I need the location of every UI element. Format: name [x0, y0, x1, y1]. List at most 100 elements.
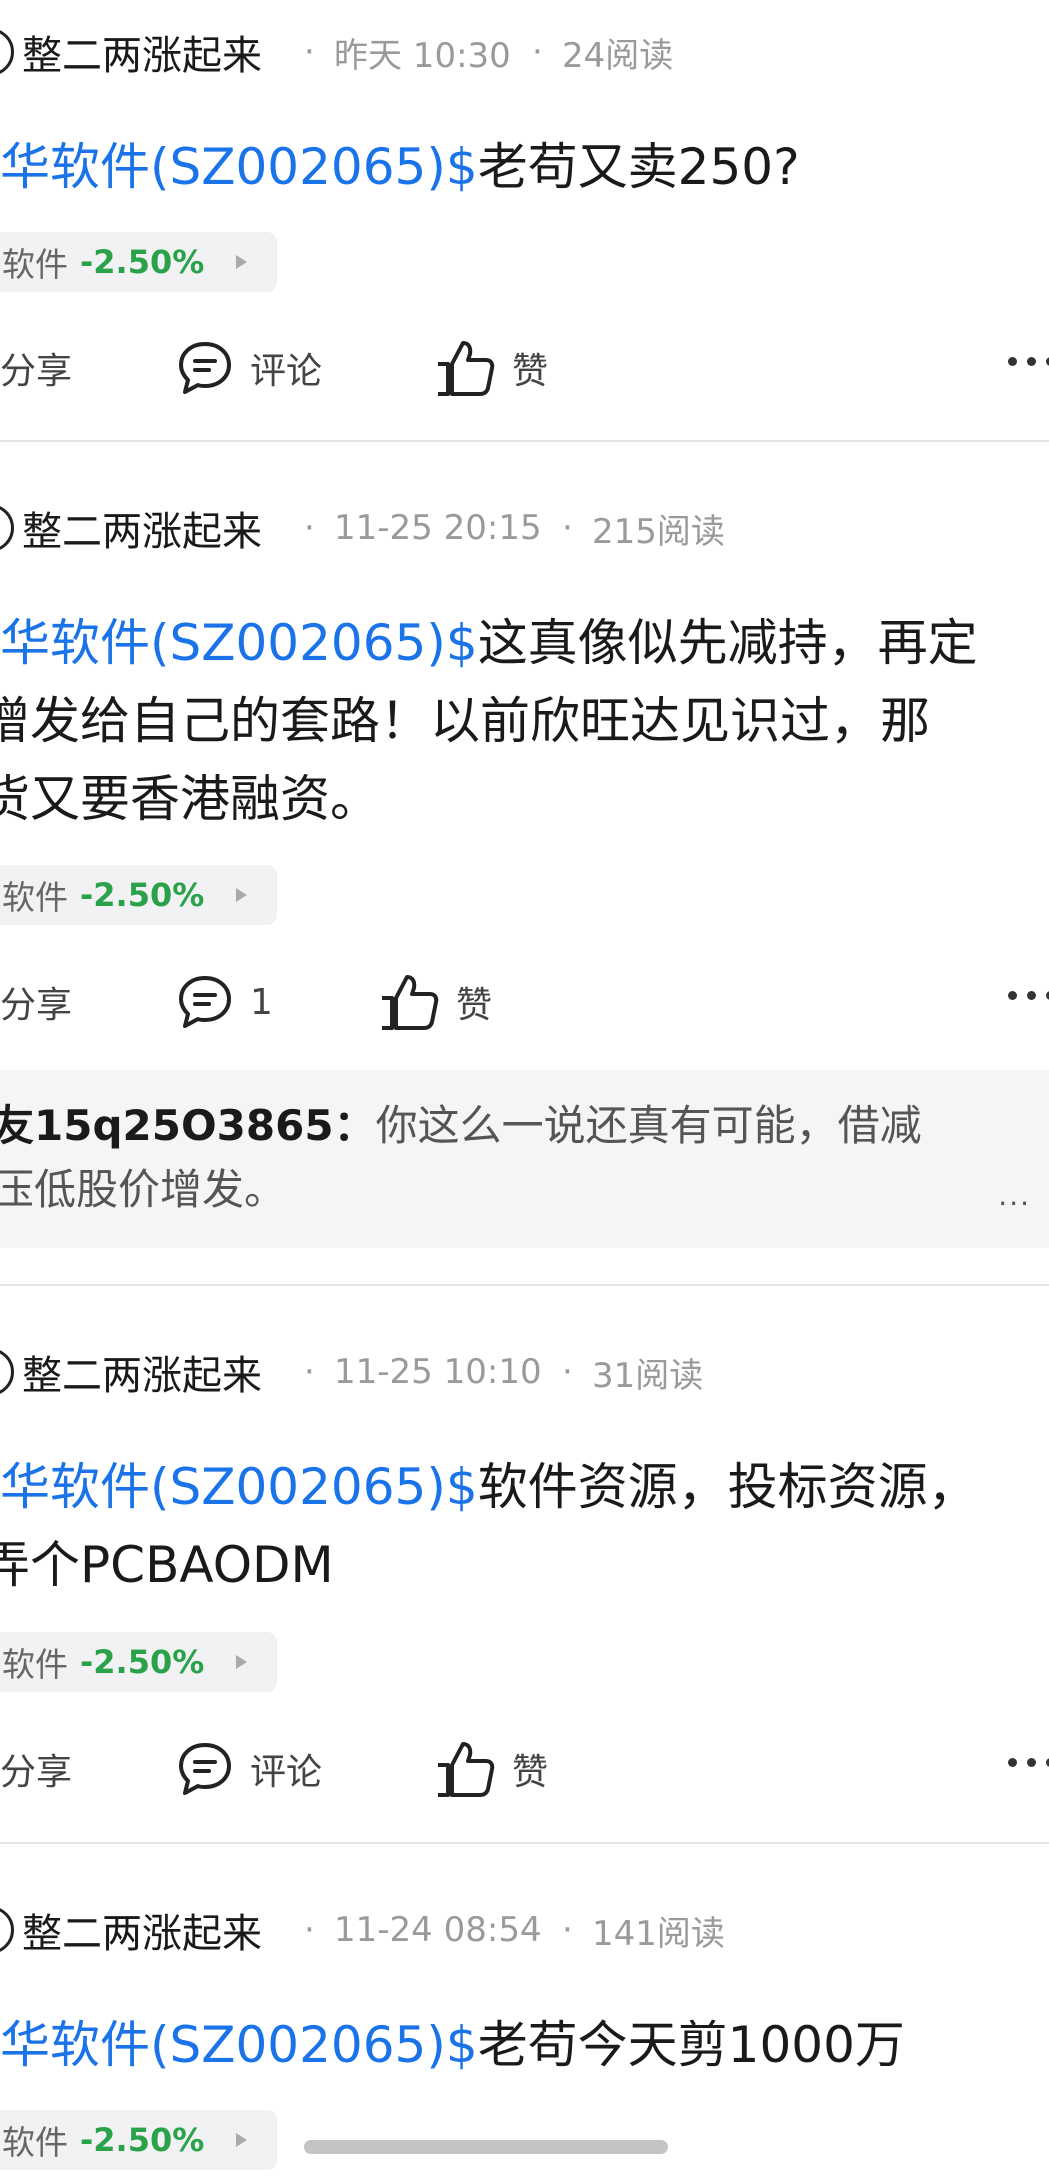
thumbs-up-icon [438, 341, 495, 396]
post-time: 11-24 08:54 [334, 1910, 542, 1950]
read-count: 24阅读 [562, 35, 674, 76]
more-dots-icon[interactable] [1008, 991, 1049, 1000]
like-label: 赞 [512, 351, 549, 392]
post-body[interactable]: 华软件(SZ002065)$老苟今天剪1000万 [0, 2006, 1049, 2084]
comment-button[interactable]: 评论 [176, 1734, 322, 1804]
author-name[interactable]: 整二两涨起来 [22, 1343, 262, 1401]
like-label: 赞 [456, 985, 493, 1026]
avatar[interactable] [0, 504, 14, 552]
comment-label: 评论 [250, 1752, 323, 1793]
comment-line-1: 友15q25O3865：你这么一说还真有可能，借减 [0, 1096, 922, 1156]
stock-change: -2.50% [80, 876, 205, 914]
post-text: 增发给自己的套路！以前欣旺达见识过，那 [0, 692, 930, 750]
stock-name: 软件 [2, 245, 68, 284]
thumbs-up-icon [438, 1742, 495, 1797]
like-button[interactable]: 赞 [434, 1734, 548, 1804]
stock-change: -2.50% [80, 243, 205, 281]
more-dots-icon[interactable] [1008, 1758, 1049, 1767]
post-header: 整二两涨起来 · 11-24 08:54 · 141阅读 [0, 1900, 1049, 1960]
comment-bubble-icon [179, 976, 231, 1028]
like-button[interactable]: 赞 [434, 333, 548, 403]
chevron-right-icon [236, 255, 247, 269]
stock-link[interactable]: 华软件(SZ002065)$ [0, 614, 478, 672]
divider [0, 1284, 1049, 1286]
post-text: 老苟又卖250? [477, 138, 800, 196]
comment-button[interactable]: 评论 [176, 333, 322, 403]
comment-user[interactable]: 友15q25O3865 [0, 1101, 334, 1150]
post-body[interactable]: 华软件(SZ002065)$这真像似先减持，再定 增发给自己的套路！以前欣旺达见… [0, 604, 1049, 838]
meta-sep: · [304, 1910, 315, 1950]
post-time: 11-25 10:10 [334, 1352, 542, 1392]
meta-sep: · [562, 1910, 573, 1950]
read-count: 141阅读 [592, 1913, 725, 1954]
meta-sep: · [304, 1352, 315, 1392]
stock-name: 软件 [2, 2123, 68, 2162]
comment-sep: ： [333, 1101, 376, 1150]
comment-button[interactable]: 1 [176, 967, 273, 1037]
post-text: 这真像似先减持，再定 [477, 614, 978, 672]
action-bar: 分享 1 赞 [0, 967, 1049, 1037]
chevron-right-icon [236, 1655, 247, 1669]
post-body[interactable]: 华软件(SZ002065)$软件资源，投标资源， 弄个PCBAODM [0, 1448, 1049, 1604]
more-dots-icon[interactable] [1008, 357, 1049, 366]
comment-text: 压低股价增发。 [0, 1165, 287, 1214]
comment-label: 评论 [250, 351, 323, 392]
scroll-indicator[interactable] [304, 2140, 668, 2154]
post-time: 昨天 10:30 [334, 35, 511, 76]
post-time: 11-25 20:15 [334, 508, 542, 548]
action-bar: 分享 评论 赞 [0, 1734, 1049, 1804]
action-bar: 分享 评论 赞 [0, 333, 1049, 403]
comment-text: 你这么一说还真有可能，借减 [375, 1101, 922, 1150]
thumbs-up-icon [382, 975, 439, 1030]
share-label: 分享 [0, 1752, 73, 1793]
like-label: 赞 [512, 1752, 549, 1793]
stock-chip[interactable]: 软件 -2.50% [0, 1632, 277, 1692]
share-button[interactable]: 分享 [0, 1734, 72, 1804]
comment-line-2: 压低股价增发。 [0, 1160, 286, 1220]
post-header: 整二两涨起来 · 11-25 10:10 · 31阅读 [0, 1342, 1049, 1402]
meta-sep: · [562, 508, 573, 548]
share-button[interactable]: 分享 [0, 333, 72, 403]
post-header: 整二两涨起来 · 11-25 20:15 · 215阅读 [0, 498, 1049, 558]
comment-count: 1 [250, 981, 273, 1023]
author-name[interactable]: 整二两涨起来 [22, 499, 262, 557]
meta-sep: · [532, 32, 543, 72]
stock-name: 软件 [2, 1645, 68, 1684]
stock-link[interactable]: 华软件(SZ002065)$ [0, 138, 478, 196]
comment-more[interactable]: ... [998, 1179, 1031, 1212]
author-name[interactable]: 整二两涨起来 [22, 1901, 262, 1959]
meta-sep: · [304, 508, 315, 548]
read-count: 215阅读 [592, 511, 725, 552]
post-text: 货又要香港融资。 [0, 770, 380, 828]
author-name[interactable]: 整二两涨起来 [22, 23, 262, 81]
divider [0, 1842, 1049, 1844]
post-header: 整二两涨起来 · 昨天 10:30 · 24阅读 [0, 22, 1049, 82]
meta-sep: · [304, 32, 315, 72]
stock-chip[interactable]: 软件 -2.50% [0, 232, 277, 292]
comment-bubble-icon [179, 342, 231, 394]
share-label: 分享 [0, 985, 73, 1026]
share-button[interactable]: 分享 [0, 967, 72, 1037]
post-text: 软件资源，投标资源， [477, 1458, 978, 1516]
like-button[interactable]: 赞 [378, 967, 492, 1037]
share-label: 分享 [0, 351, 73, 392]
divider [0, 440, 1049, 442]
stock-chip[interactable]: 软件 -2.50% [0, 2110, 277, 2170]
meta-sep: · [562, 1352, 573, 1392]
chevron-right-icon [236, 2133, 247, 2147]
post-body[interactable]: 华软件(SZ002065)$老苟又卖250? [0, 128, 1049, 206]
post-text: 老苟今天剪1000万 [477, 2016, 905, 2074]
post-text: 弄个PCBAODM [0, 1536, 334, 1594]
avatar[interactable] [0, 28, 14, 76]
comment-bubble-icon [179, 1743, 231, 1795]
stock-change: -2.50% [80, 2121, 205, 2159]
avatar[interactable] [0, 1906, 14, 1954]
comment-preview[interactable]: 友15q25O3865：你这么一说还真有可能，借减 压低股价增发。 ... [0, 1070, 1049, 1248]
stock-name: 软件 [2, 878, 68, 917]
chevron-right-icon [236, 888, 247, 902]
stock-change: -2.50% [80, 1643, 205, 1681]
stock-link[interactable]: 华软件(SZ002065)$ [0, 2016, 478, 2074]
avatar[interactable] [0, 1348, 14, 1396]
stock-link[interactable]: 华软件(SZ002065)$ [0, 1458, 478, 1516]
stock-chip[interactable]: 软件 -2.50% [0, 865, 277, 925]
